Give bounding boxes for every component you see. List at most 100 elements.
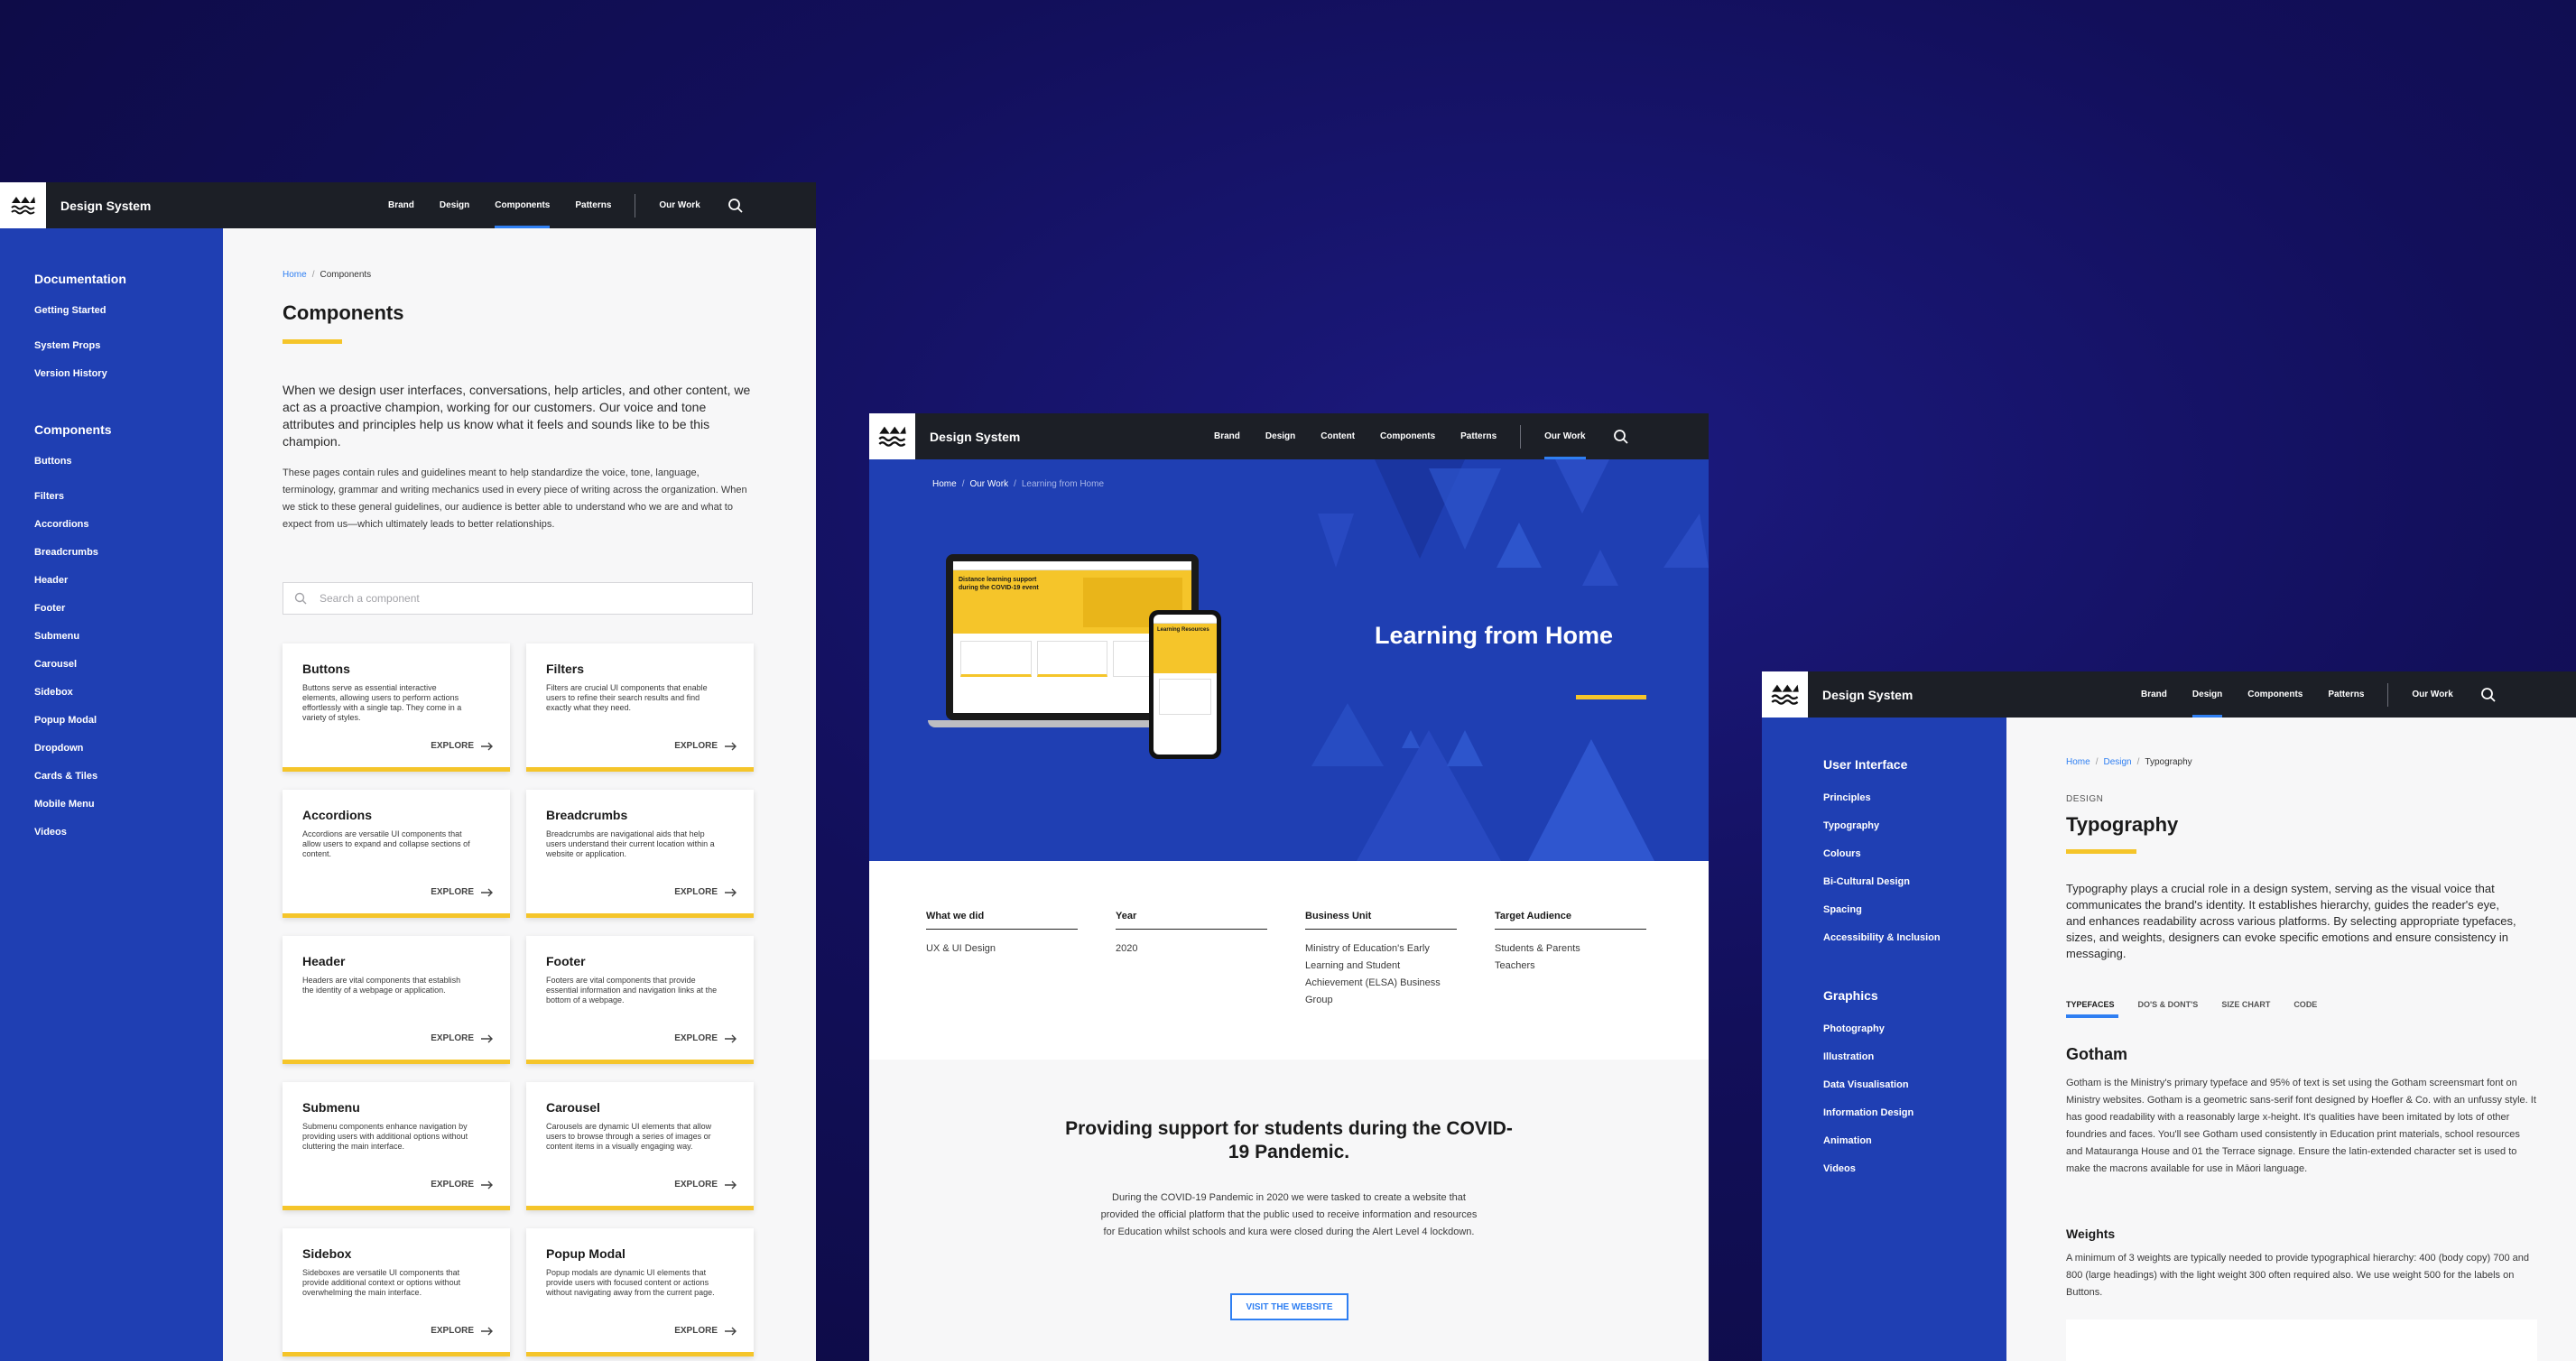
explore-link[interactable]: EXPLORE — [674, 1033, 737, 1043]
breadcrumb: Home / Our Work / Learning from Home — [932, 479, 1105, 489]
component-search-input[interactable]: Search a component — [283, 582, 753, 615]
card-breadcrumbs[interactable]: Breadcrumbs Breadcrumbs are navigational … — [526, 790, 754, 918]
top-navigation: Design System Brand Design Components Pa… — [0, 182, 816, 228]
nav-brand[interactable]: Brand — [1214, 413, 1240, 459]
nav-brand[interactable]: Brand — [2141, 671, 2167, 718]
explore-link[interactable]: EXPLORE — [674, 887, 737, 897]
sidebar-item-mobile-menu[interactable]: Mobile Menu — [34, 791, 223, 819]
sidebar-item-animation[interactable]: Animation — [1823, 1127, 2006, 1155]
nav-our-work[interactable]: Our Work — [2412, 671, 2452, 718]
card-carousel[interactable]: Carousel Carousels are dynamic UI element… — [526, 1082, 754, 1210]
info-what-we-did: What we did UX & UI Design — [926, 911, 1078, 1009]
nav-our-work[interactable]: Our Work — [659, 182, 700, 228]
card-popup-modal[interactable]: Popup Modal Popup modals are dynamic UI e… — [526, 1228, 754, 1356]
nav-patterns[interactable]: Patterns — [1460, 413, 1496, 459]
card-buttons[interactable]: Buttons Buttons serve as essential intera… — [283, 643, 510, 772]
logo[interactable] — [1762, 671, 1808, 718]
card-header[interactable]: Header Headers are vital components that … — [283, 936, 510, 1064]
sidebar-item-accessibility[interactable]: Accessibility & Inclusion — [1823, 924, 2006, 952]
sidebar-item-getting-started[interactable]: Getting Started — [34, 304, 223, 332]
sidebar-item-principles[interactable]: Principles — [1823, 784, 2006, 812]
sidebar-item-filters[interactable]: Filters — [34, 483, 223, 511]
search-icon[interactable] — [726, 196, 746, 216]
brand-name[interactable]: Design System — [1822, 688, 1913, 702]
sidebar-heading-documentation: Documentation — [34, 272, 126, 286]
sidebar-item-footer[interactable]: Footer — [34, 595, 223, 623]
breadcrumb-home[interactable]: Home — [2066, 757, 2090, 767]
nav-components[interactable]: Components — [495, 182, 551, 228]
sidebar-item-typography[interactable]: Typography — [1823, 812, 2006, 840]
explore-link[interactable]: EXPLORE — [674, 741, 737, 751]
nav-patterns[interactable]: Patterns — [2328, 671, 2364, 718]
visit-website-button[interactable]: VISIT THE WEBSITE — [1230, 1293, 1348, 1320]
explore-link[interactable]: EXPLORE — [431, 1326, 494, 1336]
nav-our-work[interactable]: Our Work — [1544, 413, 1586, 459]
logo[interactable] — [869, 413, 915, 459]
explore-link[interactable]: EXPLORE — [431, 741, 494, 751]
nav-divider — [1520, 424, 1522, 449]
sidebar-item-carousel[interactable]: Carousel — [34, 651, 223, 679]
card-accordions[interactable]: Accordions Accordions are versatile UI co… — [283, 790, 510, 918]
nav-components[interactable]: Components — [1380, 413, 1435, 459]
explore-link[interactable]: EXPLORE — [431, 1033, 494, 1043]
explore-link[interactable]: EXPLORE — [674, 1180, 737, 1190]
search-icon[interactable] — [2479, 685, 2498, 705]
sidebar-item-header[interactable]: Header — [34, 567, 223, 595]
sidebar-item-dropdown[interactable]: Dropdown — [34, 735, 223, 763]
arrow-right-icon — [481, 1180, 493, 1189]
brand-name[interactable]: Design System — [930, 430, 1020, 444]
tab-typefaces[interactable]: TYPEFACES — [2066, 1000, 2117, 1018]
nav-content[interactable]: Content — [1320, 413, 1355, 459]
sidebar-item-information-design[interactable]: Information Design — [1823, 1099, 2006, 1127]
breadcrumb-our-work[interactable]: Our Work — [969, 479, 1008, 489]
arrow-right-icon — [725, 742, 737, 750]
sidebar-item-breadcrumbs[interactable]: Breadcrumbs — [34, 539, 223, 567]
breadcrumb-design[interactable]: Design — [2103, 757, 2131, 767]
sidebar-item-cards-tiles[interactable]: Cards & Tiles — [34, 763, 223, 791]
search-icon — [294, 592, 307, 605]
sidebar-item-videos[interactable]: Videos — [34, 819, 223, 847]
card-footer[interactable]: Footer Footers are vital components that … — [526, 936, 754, 1064]
card-desc: Footers are vital components that provid… — [546, 976, 718, 1005]
logo[interactable] — [0, 182, 46, 228]
search-icon[interactable] — [1611, 427, 1631, 447]
explore-link[interactable]: EXPLORE — [431, 1180, 494, 1190]
nav-design[interactable]: Design — [2191, 671, 2223, 718]
nav-design[interactable]: Design — [440, 182, 469, 228]
intro-lead: When we design user interfaces, conversa… — [283, 383, 751, 449]
card-title: Footer — [546, 954, 586, 968]
card-filters[interactable]: Filters Filters are crucial UI components… — [526, 643, 754, 772]
sidebar-item-videos[interactable]: Videos — [1823, 1155, 2006, 1183]
explore-link[interactable]: EXPLORE — [431, 887, 494, 897]
tab-code[interactable]: CODE — [2293, 1000, 2317, 1018]
sidebar-item-illustration[interactable]: Illustration — [1823, 1043, 2006, 1071]
sidebar-item-submenu[interactable]: Submenu — [34, 623, 223, 651]
nav-design[interactable]: Design — [1265, 413, 1295, 459]
sidebar-item-accordions[interactable]: Accordions — [34, 511, 223, 539]
sidebar-item-colours[interactable]: Colours — [1823, 840, 2006, 868]
card-sidebox[interactable]: Sidebox Sideboxes are versatile UI compon… — [283, 1228, 510, 1356]
nav-patterns[interactable]: Patterns — [575, 182, 611, 228]
nav-divider — [2387, 682, 2389, 707]
sidebar-item-system-props[interactable]: System Props — [34, 332, 223, 360]
nav-components[interactable]: Components — [2247, 671, 2303, 718]
tab-dos-donts[interactable]: DO'S & DONT'S — [2138, 1000, 2199, 1018]
sidebar-item-photography[interactable]: Photography — [1823, 1015, 2006, 1043]
phone-screen-headline: Learning Resources — [1157, 627, 1209, 633]
info-year: Year 2020 — [1116, 911, 1267, 1009]
sidebar-item-popup-modal[interactable]: Popup Modal — [34, 707, 223, 735]
sidebar-item-bi-cultural-design[interactable]: Bi-Cultural Design — [1823, 868, 2006, 896]
explore-link[interactable]: EXPLORE — [674, 1326, 737, 1336]
card-submenu[interactable]: Submenu Submenu components enhance naviga… — [283, 1082, 510, 1210]
hero-banner: Home / Our Work / Learning from Home Distanc… — [869, 459, 1709, 861]
breadcrumb-home[interactable]: Home — [932, 479, 957, 489]
sidebar-item-sidebox[interactable]: Sidebox — [34, 679, 223, 707]
brand-name[interactable]: Design System — [60, 199, 151, 213]
breadcrumb-home[interactable]: Home — [283, 270, 307, 280]
sidebar-item-spacing[interactable]: Spacing — [1823, 896, 2006, 924]
sidebar-item-data-visualisation[interactable]: Data Visualisation — [1823, 1071, 2006, 1099]
sidebar-item-buttons[interactable]: Buttons — [34, 455, 223, 483]
sidebar-item-version-history[interactable]: Version History — [34, 360, 223, 388]
nav-brand[interactable]: Brand — [388, 182, 414, 228]
tab-size-chart[interactable]: SIZE CHART — [2221, 1000, 2270, 1018]
